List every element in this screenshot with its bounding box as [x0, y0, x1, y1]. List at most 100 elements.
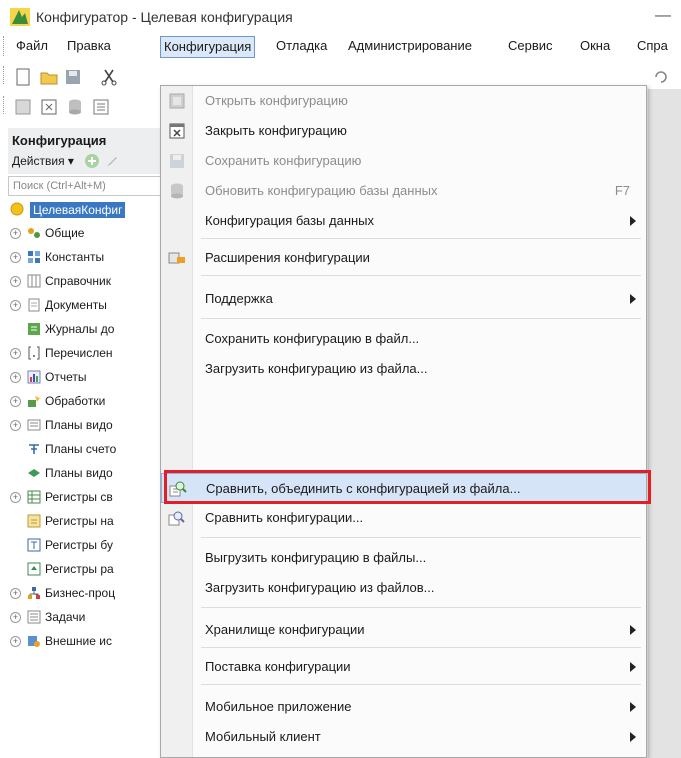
toolbar [0, 62, 160, 120]
menu-item-repository[interactable]: Хранилище конфигурации [161, 615, 646, 645]
journals-icon [28, 323, 40, 335]
tb-refresh-icon[interactable] [652, 68, 670, 86]
tree-row-calc-types[interactable]: Планы видо [8, 462, 163, 486]
expand-icon[interactable]: + [10, 636, 21, 647]
menu-windows[interactable]: Окна [580, 38, 610, 58]
close-config-icon [169, 123, 185, 139]
shortcut-f7: F7 [614, 183, 630, 198]
enums-icon [28, 346, 40, 360]
calc-registers-icon [27, 562, 41, 576]
menu-separator [201, 647, 641, 648]
expand-icon[interactable]: + [10, 276, 21, 287]
expand-icon[interactable]: + [10, 612, 21, 623]
menu-item-save-config[interactable]: Сохранить конфигурацию [161, 146, 646, 176]
processing-icon [28, 396, 40, 407]
tb-close-config-icon[interactable] [14, 98, 32, 116]
tree-label: Регистры на [45, 514, 114, 528]
tree-label: Перечислен [45, 346, 113, 360]
tree-row-info-registers[interactable]: + Регистры св [8, 486, 163, 510]
tree-row-common[interactable]: + Общие [8, 222, 163, 246]
tree-row-reports[interactable]: + Отчеты [8, 366, 163, 390]
menu-separator [201, 537, 641, 538]
save-icon[interactable] [64, 68, 82, 86]
menu-item-load-from-file[interactable]: Загрузить конфигурацию из файла... [161, 354, 646, 384]
calc-types-icon [28, 469, 40, 477]
menu-item-db-config[interactable]: Конфигурация базы данных [161, 206, 646, 236]
menu-administration[interactable]: Администрирование [348, 38, 472, 58]
menu-item-import-files[interactable]: Загрузить конфигурацию из файлов... [161, 573, 646, 603]
cut-icon[interactable] [100, 68, 118, 86]
add-icon[interactable] [84, 153, 100, 169]
expand-icon[interactable]: + [10, 588, 21, 599]
submenu-arrow-icon [630, 216, 636, 226]
tb-database-icon[interactable] [66, 98, 84, 116]
app-1c-icon [10, 8, 30, 26]
tree-label: Отчеты [45, 370, 87, 384]
tree-row-calc-registers[interactable]: Регистры ра [8, 558, 163, 582]
tree-row-accum-registers[interactable]: Регистры на [8, 510, 163, 534]
menu-item-delivery[interactable]: Поставка конфигурации [161, 652, 646, 682]
bp-icon [28, 587, 40, 599]
submenu-arrow-icon [630, 625, 636, 635]
new-file-icon[interactable] [14, 68, 32, 86]
expand-icon[interactable]: + [10, 348, 21, 359]
tb-list-icon[interactable] [92, 98, 110, 116]
menu-item-open-config[interactable]: Открыть конфигурацию [161, 86, 646, 116]
menu-help[interactable]: Спра [637, 38, 668, 58]
search-input[interactable]: Поиск (Ctrl+Alt+M) [8, 176, 163, 196]
tree-row-processing[interactable]: + Обработки [8, 390, 163, 414]
reports-icon [27, 370, 41, 384]
expand-icon[interactable]: + [10, 396, 21, 407]
external-sources-icon [28, 636, 40, 647]
tree-row-documents[interactable]: + Документы [8, 294, 163, 318]
menu-service[interactable]: Сервис [508, 38, 553, 58]
menu-item-support[interactable]: Поддержка [161, 284, 646, 314]
tree-label: Внешние ис [45, 634, 112, 648]
menu-item-mobile-app[interactable]: Мобильное приложение [161, 692, 646, 722]
menu-item-update-db[interactable]: Обновить конфигурацию базы данных F7 [161, 176, 646, 206]
actions-dropdown[interactable]: Действия ▾ [12, 154, 74, 168]
menu-edit[interactable]: Правка [67, 38, 111, 58]
compare-icon [168, 511, 185, 526]
menu-item-save-to-file[interactable]: Сохранить конфигурацию в файл... [161, 324, 646, 354]
tree-row-chart-types[interactable]: + Планы видо [8, 414, 163, 438]
open-folder-icon[interactable] [40, 68, 58, 86]
menu-file[interactable]: Файл [16, 38, 48, 58]
expand-icon[interactable]: + [10, 492, 21, 503]
tree-row-chart-accounts[interactable]: Планы счето [8, 438, 163, 462]
tree-row-business-processes[interactable]: + Бизнес-проц [8, 582, 163, 606]
edit-pencil-icon[interactable] [104, 153, 120, 169]
toolbar-grip[interactable] [3, 66, 6, 84]
menu-separator [201, 238, 641, 239]
tree-row-journals[interactable]: Журналы до [8, 318, 163, 342]
configuration-menu: Открыть конфигурацию Закрыть конфигураци… [160, 85, 647, 758]
tree-row-catalogs[interactable]: + Справочник [8, 270, 163, 294]
tree-row-tasks[interactable]: + Задачи [8, 606, 163, 630]
menu-item-compare[interactable]: Сравнить конфигурации... [161, 503, 646, 533]
tree-row-enums[interactable]: + Перечислен [8, 342, 163, 366]
menu-item-close-config[interactable]: Закрыть конфигурацию [161, 116, 646, 146]
minimize-button[interactable]: — [648, 4, 678, 28]
menu-item-export-files[interactable]: Выгрузить конфигурацию в файлы... [161, 543, 646, 573]
config-root-icon [10, 202, 24, 216]
menu-item-extensions[interactable]: Расширения конфигурации [161, 243, 646, 273]
tree-label: Планы видо [45, 466, 113, 480]
menu-item-compare-merge[interactable]: Сравнить, объединить с конфигурацией из … [161, 473, 646, 503]
menu-debug[interactable]: Отладка [276, 38, 327, 58]
expand-icon[interactable]: + [10, 228, 21, 239]
tree-row-root[interactable]: ЦелеваяКонфиг [8, 198, 163, 222]
tree-row-acct-registers[interactable]: Регистры бу [8, 534, 163, 558]
tb-window-icon[interactable] [40, 98, 58, 116]
tree-label: Журналы до [45, 322, 115, 336]
expand-icon[interactable]: + [10, 300, 21, 311]
expand-icon[interactable]: + [10, 372, 21, 383]
menubar-grip[interactable] [3, 36, 6, 56]
toolbar2-grip[interactable] [3, 96, 6, 114]
submenu-arrow-icon [630, 662, 636, 672]
tree-row-external-sources[interactable]: + Внешние ис [8, 630, 163, 654]
menu-item-mobile-client[interactable]: Мобильный клиент [161, 722, 646, 752]
tree-row-constants[interactable]: + Константы [8, 246, 163, 270]
menu-configuration[interactable]: Конфигурация [160, 36, 256, 58]
expand-icon[interactable]: + [10, 420, 21, 431]
expand-icon[interactable]: + [10, 252, 21, 263]
